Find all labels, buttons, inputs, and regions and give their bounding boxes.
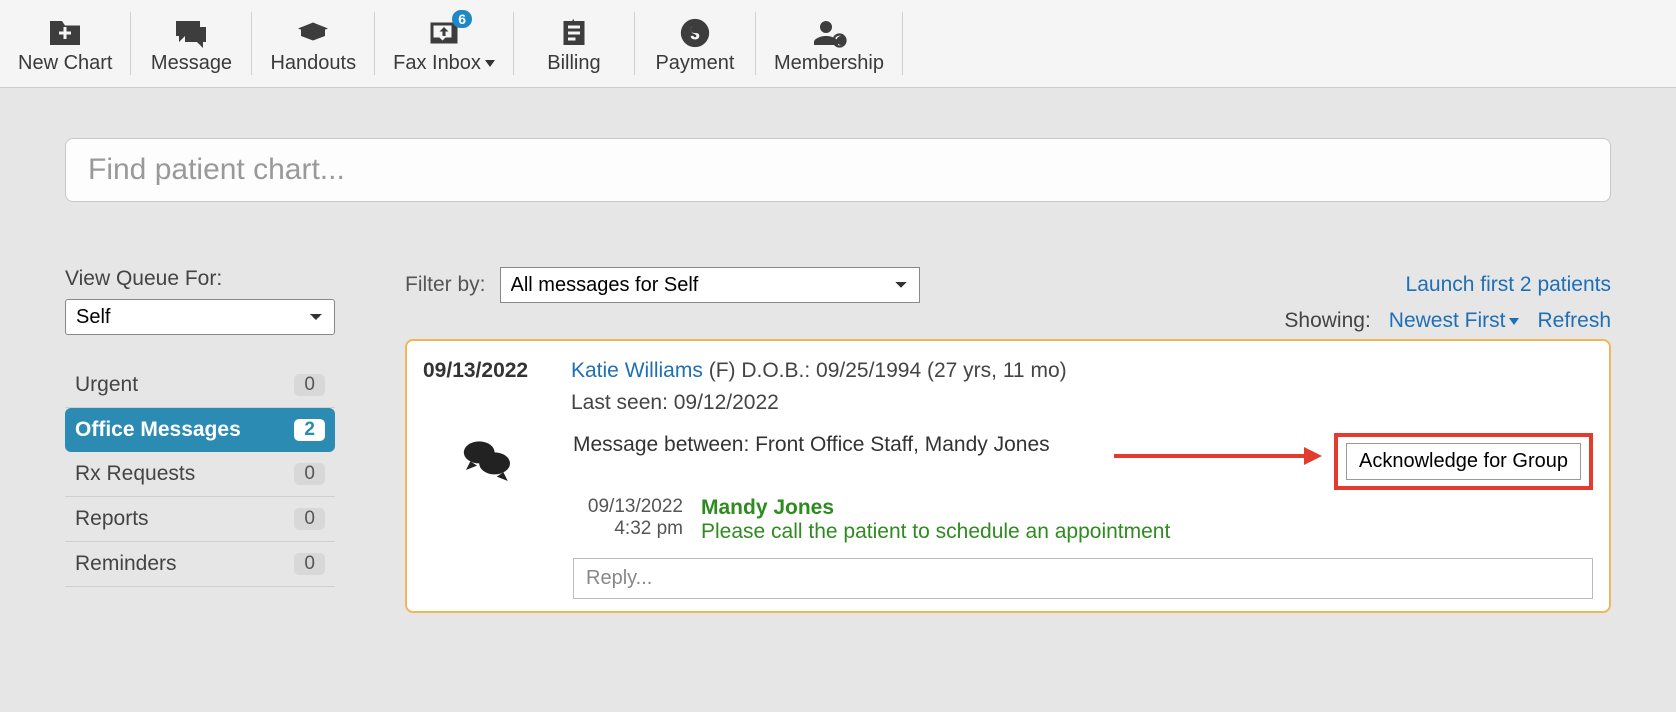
chat-icon <box>173 16 209 50</box>
reply-input[interactable] <box>573 558 1593 599</box>
message-between-label: Message between: Front Office Staff, Man… <box>573 433 1314 457</box>
billing-button[interactable]: Billing <box>514 0 634 87</box>
queue-item-label: Urgent <box>75 373 138 397</box>
queue-item-count: 2 <box>294 419 325 441</box>
handouts-button[interactable]: Handouts <box>252 0 374 87</box>
book-icon <box>295 16 331 50</box>
invoice-icon <box>556 16 592 50</box>
conversation-icon <box>423 433 553 481</box>
message-text: Please call the patient to schedule an a… <box>701 520 1593 544</box>
queue-item-urgent[interactable]: Urgent 0 <box>65 363 335 408</box>
patient-name-link[interactable]: Katie Williams <box>571 359 703 382</box>
top-toolbar: New Chart Message Handouts 6 Fax Inbox B… <box>0 0 1676 88</box>
message-date: 09/13/2022 <box>423 359 553 383</box>
content-area: Filter by: All messages for Self Launch … <box>405 267 1611 613</box>
queue-item-count: 0 <box>294 374 325 396</box>
patient-line: Katie Williams (F) D.O.B.: 09/25/1994 (2… <box>571 359 1067 383</box>
billing-label: Billing <box>547 52 600 75</box>
showing-label: Showing: <box>1284 309 1370 333</box>
message-button[interactable]: Message <box>131 0 251 87</box>
queue-item-label: Reports <box>75 507 149 531</box>
queue-item-count: 0 <box>294 508 325 530</box>
queue-item-rx-requests[interactable]: Rx Requests 0 <box>65 452 335 497</box>
queue-item-label: Office Messages <box>75 418 241 442</box>
sidebar: View Queue For: Self Urgent 0 Office Mes… <box>65 267 335 613</box>
payment-label: Payment <box>655 52 734 75</box>
new-chart-button[interactable]: New Chart <box>0 0 130 87</box>
search-section <box>0 88 1676 232</box>
new-chart-label: New Chart <box>18 52 112 75</box>
queue-item-reports[interactable]: Reports 0 <box>65 497 335 542</box>
fax-inbox-button[interactable]: 6 Fax Inbox <box>375 0 513 87</box>
filter-select[interactable]: All messages for Self <box>500 267 920 303</box>
last-seen-label: Last seen: 09/12/2022 <box>571 391 1593 415</box>
annotation-highlight: Acknowledge for Group <box>1334 433 1593 490</box>
membership-button[interactable]: Membership <box>756 0 902 87</box>
patient-meta: (F) D.O.B.: 09/25/1994 (27 yrs, 11 mo) <box>709 359 1067 382</box>
patient-search-input[interactable] <box>65 138 1611 202</box>
inbox-download-icon: 6 <box>426 16 462 50</box>
refresh-link[interactable]: Refresh <box>1537 309 1611 333</box>
queue-for-label: View Queue For: <box>65 267 335 291</box>
showing-row: Showing: Newest First Refresh <box>405 309 1611 333</box>
fax-badge: 6 <box>452 10 472 28</box>
message-timestamp: 09/13/2022 4:32 pm <box>573 496 683 544</box>
queue-item-label: Reminders <box>75 552 177 576</box>
launch-patients-link[interactable]: Launch first 2 patients <box>1406 273 1611 297</box>
fax-inbox-label: Fax Inbox <box>393 52 495 75</box>
queue-item-count: 0 <box>294 463 325 485</box>
message-author: Mandy Jones <box>701 496 1593 520</box>
handouts-label: Handouts <box>270 52 356 75</box>
folder-plus-icon <box>47 16 83 50</box>
membership-label: Membership <box>774 52 884 75</box>
dollar-circle-icon <box>678 16 712 50</box>
main-layout: View Queue For: Self Urgent 0 Office Mes… <box>0 232 1676 613</box>
filter-by-label: Filter by: <box>405 273 486 297</box>
sort-link[interactable]: Newest First <box>1389 309 1520 333</box>
acknowledge-group-button[interactable]: Acknowledge for Group <box>1346 443 1581 480</box>
message-label: Message <box>151 52 232 75</box>
queue-item-label: Rx Requests <box>75 462 195 486</box>
person-plus-icon <box>811 16 847 50</box>
queue-item-count: 0 <box>294 553 325 575</box>
queue-item-office-messages[interactable]: Office Messages 2 <box>65 408 335 452</box>
queue-item-reminders[interactable]: Reminders 0 <box>65 542 335 587</box>
payment-button[interactable]: Payment <box>635 0 755 87</box>
queue-for-select[interactable]: Self <box>65 299 335 335</box>
caret-down-icon <box>1509 318 1519 325</box>
filter-row: Filter by: All messages for Self Launch … <box>405 267 1611 303</box>
caret-down-icon <box>485 60 495 67</box>
message-card: 09/13/2022 Katie Williams (F) D.O.B.: 09… <box>405 339 1611 613</box>
queue-list: Urgent 0 Office Messages 2 Rx Requests 0… <box>65 363 335 587</box>
